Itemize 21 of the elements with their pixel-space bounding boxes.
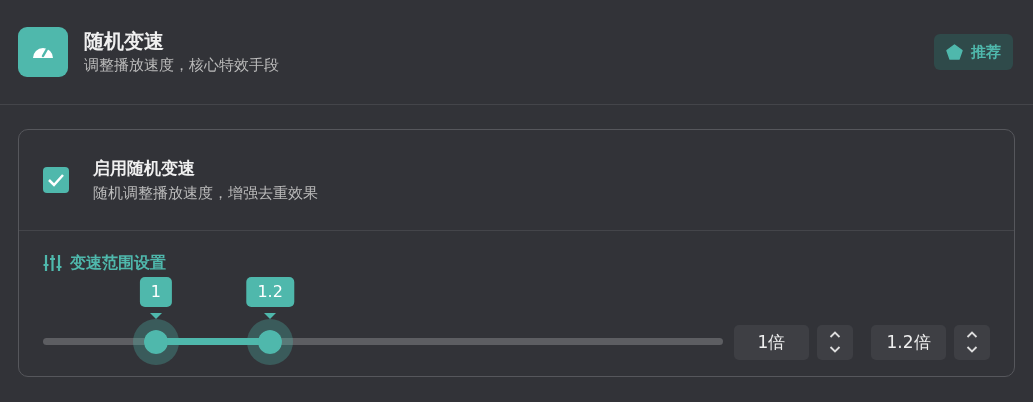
tooltip-pointer — [149, 313, 162, 319]
check-icon — [47, 173, 65, 187]
up-down-icon — [966, 330, 978, 354]
enable-description: 随机调整播放速度，增强去重效果 — [93, 182, 318, 204]
recommended-button[interactable]: 推荐 — [934, 33, 1013, 71]
value-tooltip: 1 — [139, 276, 172, 307]
value-tooltip: 1.2 — [246, 276, 294, 307]
pentagon-icon — [946, 44, 963, 60]
tooltip-pointer — [264, 313, 277, 319]
enable-label: 启用随机变速 — [93, 157, 196, 180]
speed-input[interactable]: 1倍 — [734, 324, 809, 360]
gauge-icon — [18, 27, 68, 77]
spinner-button[interactable] — [954, 324, 990, 360]
section-heading: 变速范围设置 — [70, 252, 166, 274]
panel-title: 随机变速 — [84, 27, 165, 54]
sliders-icon — [43, 254, 62, 272]
spinner-button[interactable] — [817, 324, 853, 360]
enable-checkbox[interactable] — [43, 167, 69, 193]
up-down-icon — [829, 330, 841, 354]
speed-input[interactable]: 1.2倍 — [871, 324, 946, 360]
panel-subtitle: 调整播放速度，核心特效手段 — [84, 54, 280, 76]
